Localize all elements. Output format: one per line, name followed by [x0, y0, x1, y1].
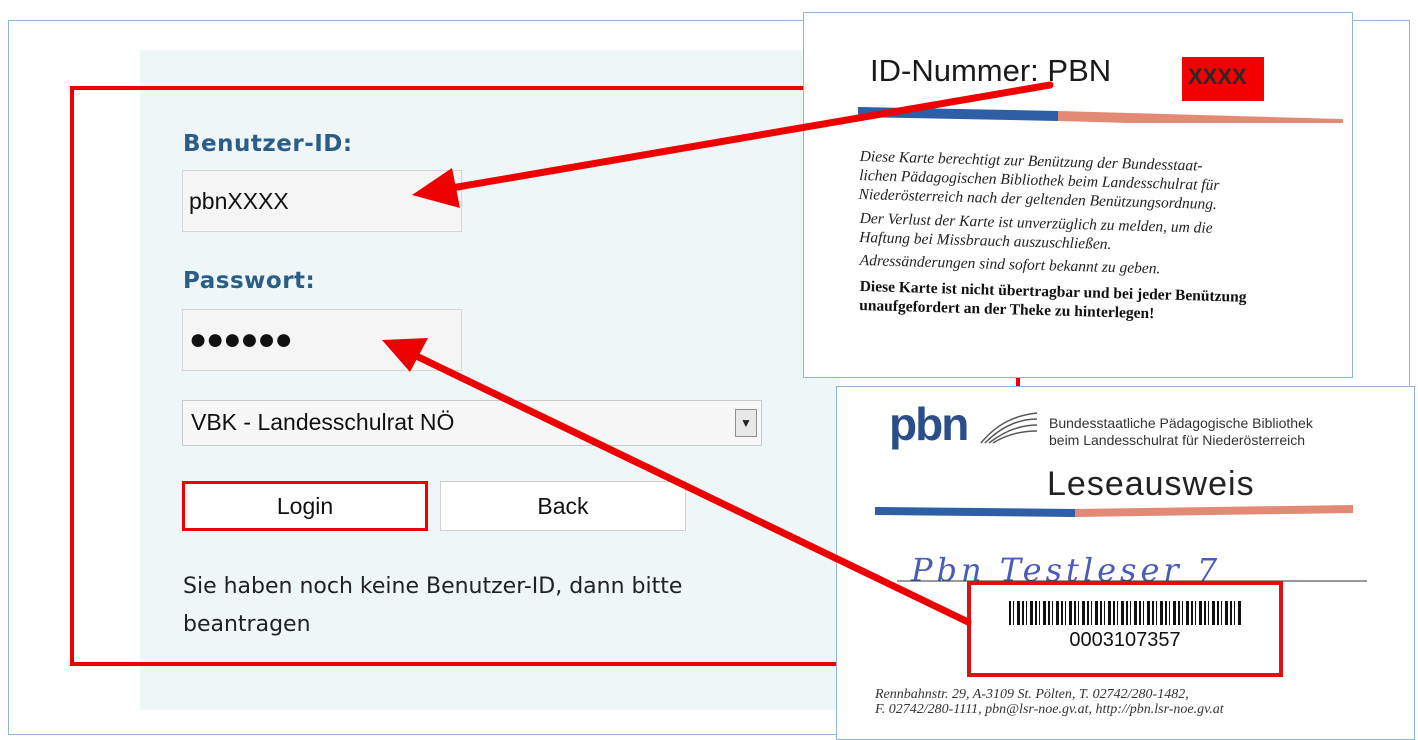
arrow-userid — [436, 81, 1054, 194]
arrow-userid-head — [412, 168, 460, 208]
arrow-password — [404, 348, 972, 626]
annotation-arrows — [382, 81, 1054, 626]
